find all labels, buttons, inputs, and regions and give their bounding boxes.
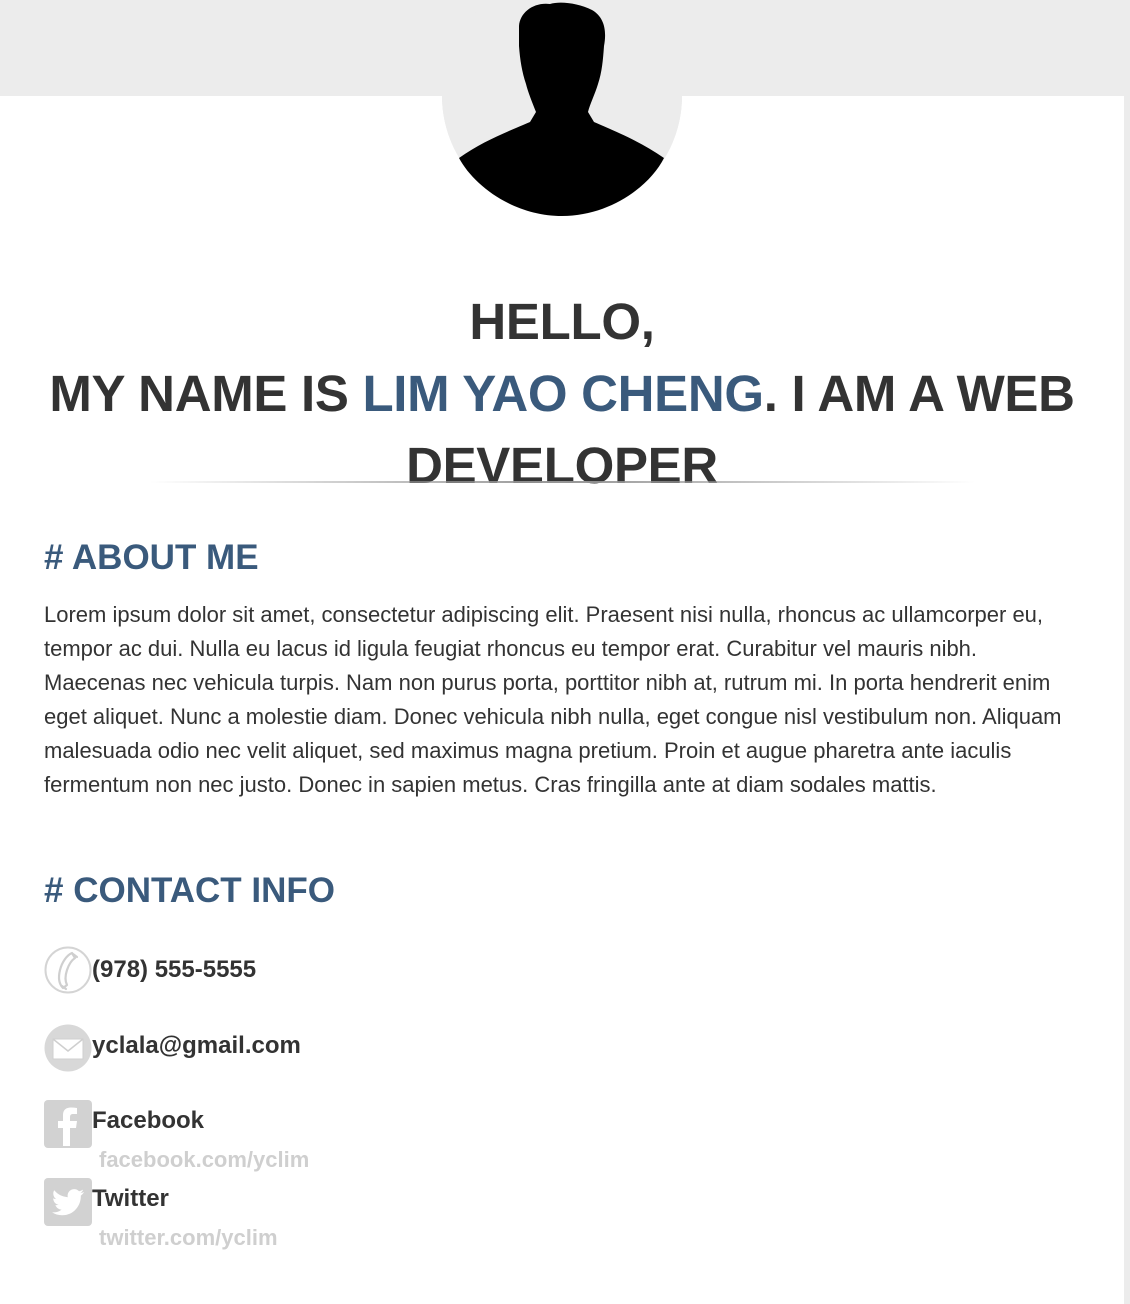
phone-number: (978) 555-5555 — [92, 956, 257, 983]
contact-title: # CONTACT INFO — [44, 871, 336, 910]
twitter-label: Twitter — [92, 1185, 169, 1212]
avatar — [442, 0, 682, 216]
facebook-link[interactable]: facebook.com/yclim — [99, 1147, 309, 1173]
about-text: Lorem ipsum dolor sit amet, consectetur … — [44, 602, 1062, 797]
about-title: # ABOUT ME — [44, 538, 259, 577]
headline-name: LIM YAO CHENG — [362, 365, 764, 423]
headline-role: . I AM A WEB — [763, 365, 1075, 423]
headline-greeting: HELLO, — [469, 293, 655, 351]
twitter-icon — [44, 1178, 92, 1226]
mail-icon — [44, 1024, 92, 1072]
headline-prefix: MY NAME IS — [49, 365, 363, 423]
page-edge — [1124, 96, 1130, 1304]
phone-icon — [44, 946, 92, 994]
twitter-link[interactable]: twitter.com/yclim — [99, 1225, 278, 1251]
headline-role-end: DEVELOPER — [406, 437, 718, 495]
facebook-label: Facebook — [92, 1107, 205, 1134]
person-silhouette-icon — [442, 0, 682, 216]
email-address: yclala@gmail.com — [92, 1032, 301, 1059]
headline: HELLO, MY NAME IS LIM YAO CHENG. I AM A … — [0, 286, 1124, 502]
facebook-icon — [44, 1100, 92, 1148]
divider — [150, 481, 975, 483]
